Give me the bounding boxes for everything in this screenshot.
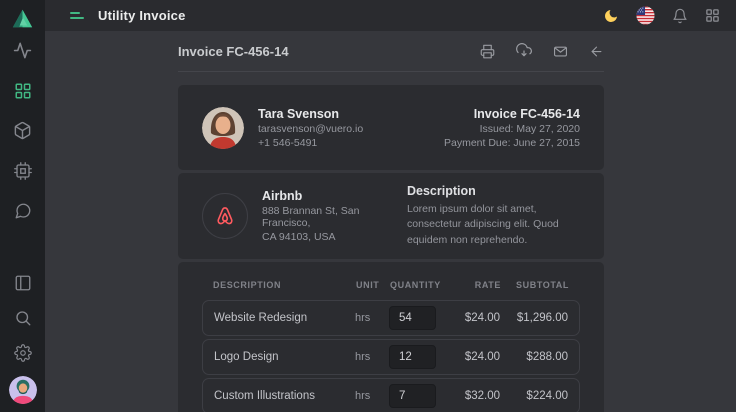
item-rate: $24.00 bbox=[444, 312, 500, 324]
cpu-icon bbox=[14, 162, 32, 180]
notifications-button[interactable] bbox=[672, 8, 688, 24]
apps-launcher-button[interactable] bbox=[705, 8, 720, 23]
sidebar bbox=[0, 0, 45, 412]
printer-icon bbox=[480, 44, 495, 59]
main-content: Invoice FC-456-14 bbox=[45, 31, 736, 412]
hamburger-menu-icon[interactable] bbox=[70, 12, 84, 19]
company-name: Airbnb bbox=[262, 189, 407, 203]
print-button[interactable] bbox=[480, 44, 495, 59]
item-rate: $32.00 bbox=[444, 390, 500, 402]
invoice-page-header: Invoice FC-456-14 bbox=[178, 31, 604, 72]
item-subtotal: $1,296.00 bbox=[508, 312, 568, 324]
table-row: Custom Illustrations hrs $32.00 $224.00 bbox=[202, 378, 580, 412]
header-rate: RATE bbox=[445, 280, 501, 290]
description-title: Description bbox=[407, 184, 576, 198]
table-row: Website Redesign hrs $24.00 $1,296.00 bbox=[202, 300, 580, 336]
quantity-input[interactable] bbox=[389, 345, 436, 369]
page-title: Invoice FC-456-14 bbox=[178, 44, 289, 59]
arrow-left-icon bbox=[589, 44, 604, 59]
item-unit: hrs bbox=[355, 390, 381, 402]
item-unit: hrs bbox=[355, 312, 381, 324]
panels-icon bbox=[14, 274, 32, 292]
description-body: Lorem ipsum dolor sit amet, consectetur … bbox=[407, 202, 576, 248]
item-rate: $24.00 bbox=[444, 351, 500, 363]
company-logo-circle bbox=[202, 193, 248, 239]
header-description: DESCRIPTION bbox=[213, 280, 348, 290]
app-logo[interactable] bbox=[11, 0, 34, 37]
language-selector[interactable] bbox=[636, 6, 655, 25]
sidebar-item-search[interactable] bbox=[11, 306, 34, 329]
sidebar-profile-avatar[interactable] bbox=[9, 376, 37, 404]
navbar-title: Utility Invoice bbox=[98, 8, 186, 23]
search-icon bbox=[14, 309, 32, 327]
invoice-parties-card: Tara Svenson tarasvenson@vuero.io +1 546… bbox=[178, 85, 604, 170]
item-unit: hrs bbox=[355, 351, 381, 363]
back-button[interactable] bbox=[589, 44, 604, 59]
customer-avatar bbox=[202, 107, 244, 149]
vuero-logo-icon bbox=[11, 8, 34, 29]
mail-icon bbox=[553, 44, 568, 59]
customer-phone: +1 546-5491 bbox=[258, 137, 363, 149]
sidebar-item-messages[interactable] bbox=[11, 199, 34, 222]
download-button[interactable] bbox=[516, 43, 532, 59]
item-subtotal: $224.00 bbox=[508, 390, 568, 402]
company-address-line2: CA 94103, USA bbox=[262, 231, 407, 243]
top-navbar: Utility Invoice bbox=[45, 0, 736, 31]
dashboard-grid-icon bbox=[14, 82, 32, 100]
profile-avatar-image bbox=[9, 376, 37, 404]
header-quantity: QUANTITY bbox=[390, 280, 437, 290]
item-subtotal: $288.00 bbox=[508, 351, 568, 363]
send-mail-button[interactable] bbox=[553, 44, 568, 59]
settings-gear-icon bbox=[14, 344, 32, 362]
quantity-input[interactable] bbox=[389, 306, 436, 330]
chat-bubble-icon bbox=[14, 202, 32, 220]
airbnb-logo-icon bbox=[212, 203, 238, 229]
us-flag-icon bbox=[636, 6, 655, 25]
activity-icon bbox=[13, 41, 32, 60]
header-unit: UNIT bbox=[356, 280, 382, 290]
customer-name: Tara Svenson bbox=[258, 107, 363, 121]
moon-icon bbox=[603, 8, 619, 24]
apps-grid-icon bbox=[705, 8, 720, 23]
item-description: Custom Illustrations bbox=[214, 390, 347, 402]
sidebar-item-components[interactable] bbox=[11, 159, 34, 182]
customer-avatar-image bbox=[202, 107, 244, 149]
table-header-row: DESCRIPTION UNIT QUANTITY RATE SUBTOTAL bbox=[202, 272, 580, 300]
box-icon bbox=[13, 121, 32, 140]
customer-email: tarasvenson@vuero.io bbox=[258, 123, 363, 135]
item-description: Logo Design bbox=[214, 351, 347, 363]
cloud-download-icon bbox=[516, 43, 532, 59]
quantity-input[interactable] bbox=[389, 384, 436, 408]
item-description: Website Redesign bbox=[214, 312, 347, 324]
sidebar-item-panels[interactable] bbox=[11, 271, 34, 294]
sidebar-item-activity[interactable] bbox=[11, 39, 34, 62]
invoice-number: Invoice FC-456-14 bbox=[444, 107, 580, 121]
table-row: Logo Design hrs $24.00 $288.00 bbox=[202, 339, 580, 375]
darkmode-toggle[interactable] bbox=[603, 8, 619, 24]
invoice-issued-date: Issued: May 27, 2020 bbox=[444, 123, 580, 135]
invoice-due-date: Payment Due: June 27, 2015 bbox=[444, 137, 580, 149]
sidebar-item-dashboard[interactable] bbox=[11, 79, 34, 102]
company-description-card: Airbnb 888 Brannan St, San Francisco, CA… bbox=[178, 173, 604, 259]
invoice-items-card: DESCRIPTION UNIT QUANTITY RATE SUBTOTAL … bbox=[178, 262, 604, 412]
sidebar-item-settings[interactable] bbox=[11, 341, 34, 364]
sidebar-item-products[interactable] bbox=[11, 119, 34, 142]
company-address-line1: 888 Brannan St, San Francisco, bbox=[262, 205, 407, 229]
header-subtotal: SUBTOTAL bbox=[509, 280, 569, 290]
bell-icon bbox=[672, 8, 688, 24]
